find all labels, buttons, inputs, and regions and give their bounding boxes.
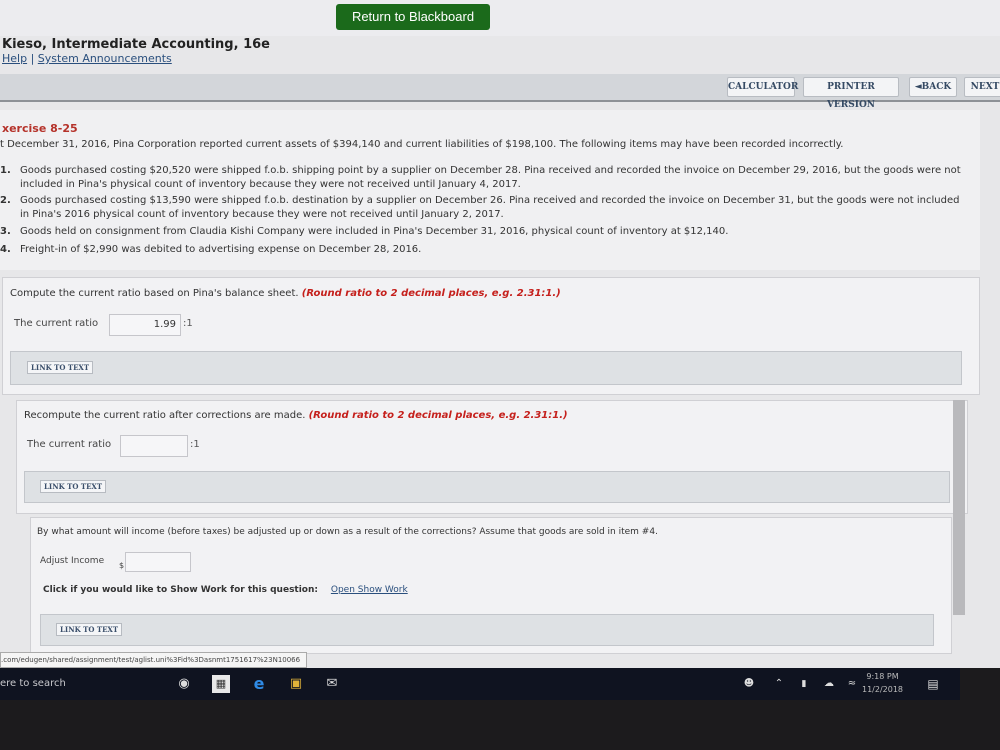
link-to-text-button[interactable]: LINK TO TEXT <box>40 480 107 493</box>
exercise-item: 1. Goods purchased costing $20,520 were … <box>0 164 970 192</box>
book-title: Kieso, Intermediate Accounting, 16e <box>2 37 270 52</box>
item-text: Goods purchased costing $13,590 were shi… <box>20 195 960 220</box>
ratio-suffix: :1 <box>183 318 193 329</box>
recomputed-ratio-input[interactable] <box>120 435 188 457</box>
question-1-prompt: Compute the current ratio based on Pina'… <box>10 288 561 299</box>
exercise-item: 4. Freight-in of $2,990 was debited to a… <box>0 243 970 257</box>
link-bar: LINK TO TEXT <box>24 471 950 503</box>
current-ratio-input[interactable]: 1.99 <box>109 314 181 336</box>
link-separator: | <box>30 52 35 65</box>
item-number: 3. <box>0 226 11 237</box>
next-button[interactable]: NEXT <box>964 77 1000 97</box>
help-link[interactable]: Help <box>2 52 27 65</box>
file-explorer-icon[interactable]: ▣ <box>287 675 305 693</box>
edge-browser-icon[interactable]: e <box>250 675 268 693</box>
scrollbar[interactable] <box>953 400 965 615</box>
taskbar: ere to search ◉ ▦ e ▣ ✉ ☻ ⌃ ▮ ☁ ≈ 9:18 P… <box>0 668 960 700</box>
exercise-item: 2. Goods purchased costing $13,590 were … <box>0 194 970 222</box>
item-text: Goods purchased costing $20,520 were shi… <box>20 165 961 190</box>
link-to-text-button[interactable]: LINK TO TEXT <box>56 623 123 636</box>
chevron-up-icon[interactable]: ⌃ <box>770 675 788 693</box>
item-number: 1. <box>0 165 11 176</box>
notification-icon[interactable]: ▤ <box>924 675 942 693</box>
top-bar: Return to Blackboard <box>0 0 1000 36</box>
question-2-hint: (Round ratio to 2 decimal places, e.g. 2… <box>308 410 568 421</box>
taskbar-search[interactable]: ere to search <box>0 678 66 689</box>
question-1-text: Compute the current ratio based on Pina'… <box>10 288 299 299</box>
exercise-intro: t December 31, 2016, Pina Corporation re… <box>0 139 844 150</box>
return-to-blackboard-button[interactable]: Return to Blackboard <box>336 4 490 30</box>
microphone-icon[interactable]: ◉ <box>175 675 193 693</box>
link-bar: LINK TO TEXT <box>10 351 962 385</box>
open-show-work-link[interactable]: Open Show Work <box>331 585 408 595</box>
show-work-text: Click if you would like to Show Work for… <box>43 585 318 595</box>
adjust-income-input[interactable] <box>125 552 191 572</box>
question-2-prompt: Recompute the current ratio after correc… <box>24 410 568 421</box>
recomputed-ratio-label: The current ratio <box>27 439 112 450</box>
adjust-income-label: Adjust Income <box>40 556 105 566</box>
currency-symbol: $ <box>119 561 125 570</box>
current-ratio-label: The current ratio <box>14 318 99 329</box>
item-number: 2. <box>0 195 11 206</box>
status-url: .com/edugen/shared/assignment/test/aglis… <box>0 652 308 668</box>
toolbar: CALCULATOR PRINTER VERSION ◄BACK NEXT <box>0 74 1000 110</box>
browser-screen: Return to Blackboard Kieso, Intermediate… <box>0 0 1000 668</box>
clock-time: 9:18 PM <box>866 672 899 681</box>
link-to-text-button[interactable]: LINK TO TEXT <box>27 361 94 374</box>
people-icon[interactable]: ☻ <box>740 675 758 693</box>
system-announcements-link[interactable]: System Announcements <box>38 52 172 65</box>
calculator-button[interactable]: CALCULATOR <box>727 77 798 97</box>
exercise-item: 3. Goods held on consignment from Claudi… <box>0 225 970 239</box>
question-2-text: Recompute the current ratio after correc… <box>24 410 306 421</box>
back-button[interactable]: ◄BACK <box>909 77 957 97</box>
battery-icon[interactable]: ▮ <box>795 675 813 693</box>
show-work-prompt: Click if you would like to Show Work for… <box>43 585 408 595</box>
printer-version-button[interactable]: PRINTER VERSION <box>803 77 899 110</box>
mail-icon[interactable]: ✉ <box>323 675 341 693</box>
item-text: Freight-in of $2,990 was debited to adve… <box>20 244 422 255</box>
clock-date: 11/2/2018 <box>862 685 904 694</box>
item-number: 4. <box>0 244 11 255</box>
question-3-prompt: By what amount will income (before taxes… <box>37 527 658 537</box>
link-bar: LINK TO TEXT <box>40 614 934 646</box>
question-1-hint: (Round ratio to 2 decimal places, e.g. 2… <box>301 288 561 299</box>
exercise-title: xercise 8-25 <box>2 122 78 135</box>
ratio-suffix: :1 <box>190 439 200 450</box>
item-text: Goods held on consignment from Claudia K… <box>20 226 729 237</box>
store-icon[interactable]: ▦ <box>212 675 230 693</box>
clock[interactable]: 9:18 PM 11/2/2018 <box>862 670 903 696</box>
wifi-icon[interactable]: ≈ <box>843 675 861 693</box>
cloud-icon[interactable]: ☁ <box>820 675 838 693</box>
header-links: Help | System Announcements <box>2 52 172 65</box>
